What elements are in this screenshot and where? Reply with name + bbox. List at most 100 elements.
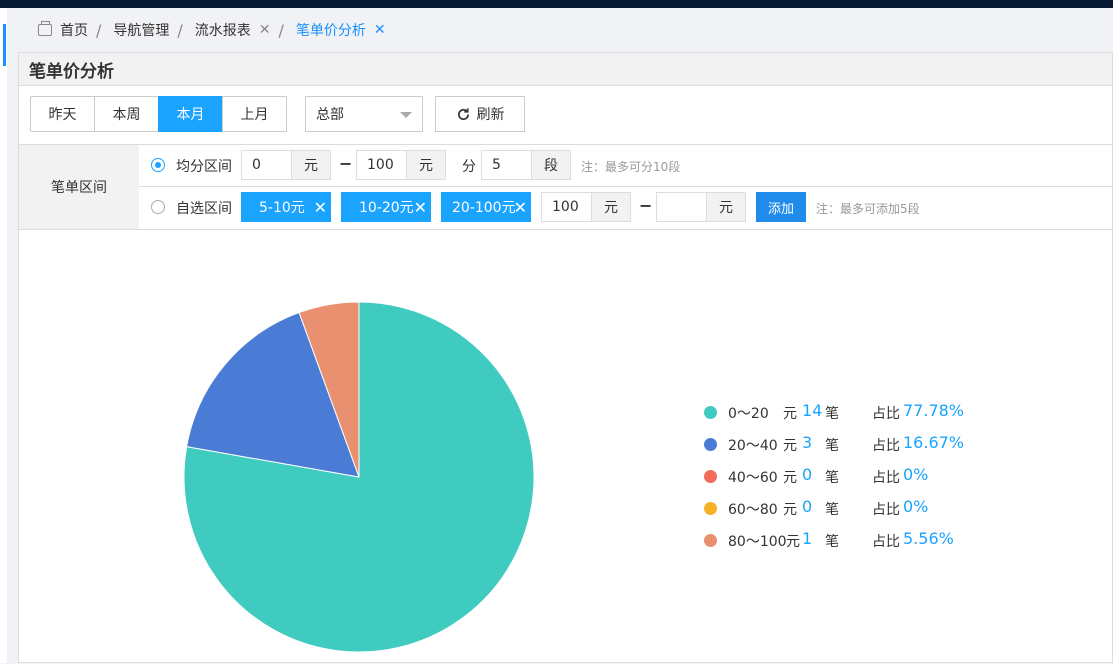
legend-bi: 笔 (825, 470, 839, 486)
range-tag-label: 5-10元 (259, 200, 305, 216)
home-icon (38, 21, 52, 36)
legend-item[interactable]: 0～20 元 14 笔 占比 77.78% (704, 401, 1004, 425)
store-select[interactable]: 总部 (305, 96, 423, 132)
even-note: 注：最多可分10段 (581, 160, 681, 174)
range-dash: − (339, 154, 353, 173)
legend-yuan: 元 (783, 406, 797, 422)
refresh-icon (457, 107, 469, 120)
legend-yuan: 元 (783, 438, 797, 454)
even-min-unit: 元 (291, 150, 331, 180)
legend-bi: 笔 (825, 406, 839, 422)
even-min-input[interactable]: 0 (241, 150, 292, 180)
legend-ratio-label: 占比 (872, 534, 900, 550)
close-icon[interactable]: ✕ (374, 22, 386, 38)
range-tag: 5-10元 ✕ (241, 192, 331, 222)
breadcrumb-separator: / (177, 20, 183, 40)
even-range-radio[interactable] (151, 158, 165, 172)
range-tag: 10-20元 ✕ (341, 192, 431, 222)
legend-ratio-label: 占比 (872, 406, 900, 422)
period-yesterday-button[interactable]: 昨天 (30, 96, 95, 132)
legend-bi: 笔 (825, 534, 839, 550)
legend-percent: 0% (903, 465, 929, 484)
range-tag-label: 20-100元 (452, 200, 516, 216)
refresh-label: 刷新 (476, 107, 505, 123)
breadcrumb-flow-report[interactable]: 流水报表 (195, 20, 251, 40)
period-segment: 昨天 本周 本月 上月 (30, 96, 287, 132)
segments-input[interactable]: 5 (481, 150, 532, 180)
custom-max-unit: 元 (706, 192, 746, 222)
store-select-value: 总部 (316, 107, 344, 123)
refresh-button[interactable]: 刷新 (435, 96, 525, 132)
range-filter: 笔单区间 均分区间 0 元 − 100 元 分 5 段 注：最多可分10段 自选… (19, 145, 1113, 230)
breadcrumb-current[interactable]: 笔单价分析 (296, 20, 366, 40)
legend-range: 20～40 (728, 438, 778, 454)
legend-color-dot (704, 470, 717, 483)
legend-color-dot (704, 534, 717, 547)
range-tag: 20-100元 ✕ (441, 192, 531, 222)
legend-range: 80～100 (728, 534, 787, 550)
legend-percent: 5.56% (903, 529, 954, 548)
split-label: 分 (462, 159, 476, 175)
custom-min-unit: 元 (591, 192, 631, 222)
toolbar: 昨天 本周 本月 上月 总部 刷新 (19, 86, 1112, 145)
custom-range-radio[interactable] (151, 200, 165, 214)
legend-bi: 笔 (825, 438, 839, 454)
breadcrumb-separator: / (96, 20, 102, 40)
legend-color-dot (704, 502, 717, 515)
legend-yuan: 元 (783, 470, 797, 486)
legend-ratio-label: 占比 (872, 502, 900, 518)
add-range-button[interactable]: 添加 (756, 192, 806, 222)
legend-ratio-label: 占比 (872, 470, 900, 486)
close-icon[interactable]: ✕ (259, 22, 271, 38)
filter-label: 笔单区间 (19, 145, 139, 229)
active-indicator (3, 24, 6, 66)
legend-count: 14 (802, 401, 823, 420)
even-range-label: 均分区间 (176, 159, 232, 175)
legend-yuan: 元 (783, 502, 797, 518)
legend-count: 0 (802, 465, 813, 484)
legend-item[interactable]: 40～60 元 0 笔 占比 0% (704, 465, 1004, 489)
custom-max-input[interactable] (656, 192, 707, 222)
legend-ratio-label: 占比 (872, 438, 900, 454)
custom-range-label: 自选区间 (176, 201, 232, 217)
breadcrumb-separator: / (278, 20, 284, 40)
legend-range: 0～20 (728, 406, 769, 422)
legend-item[interactable]: 60～80 元 0 笔 占比 0% (704, 497, 1004, 521)
close-icon[interactable]: ✕ (314, 198, 327, 217)
legend-percent: 16.67% (903, 433, 965, 452)
pie-chart (183, 301, 535, 653)
even-max-unit: 元 (406, 150, 446, 180)
custom-note: 注：最多可添加5段 (816, 202, 920, 216)
chevron-down-icon (400, 112, 412, 118)
period-week-button[interactable]: 本周 (94, 96, 159, 132)
legend-color-dot (704, 438, 717, 451)
segment-unit: 段 (531, 150, 571, 180)
period-last-month-button[interactable]: 上月 (222, 96, 287, 132)
left-sidebar-strip (0, 8, 7, 663)
close-icon[interactable]: ✕ (414, 198, 427, 217)
legend-item[interactable]: 20～40 元 3 笔 占比 16.67% (704, 433, 1004, 457)
legend-range: 40～60 (728, 470, 778, 486)
close-icon[interactable]: ✕ (514, 198, 527, 217)
legend-percent: 77.78% (903, 401, 965, 420)
even-max-input[interactable]: 100 (356, 150, 407, 180)
legend-count: 3 (802, 433, 813, 452)
breadcrumb-home[interactable]: 首页 (60, 20, 88, 40)
panel-title: 笔单价分析 (19, 53, 1112, 86)
custom-range-row: 自选区间 5-10元 ✕ 10-20元 ✕ 20-100元 ✕ 100 元 − … (139, 187, 1113, 228)
legend-range: 60～80 (728, 502, 778, 518)
breadcrumb: 首页 / 导航管理 / 流水报表 ✕ / 笔单价分析 ✕ (18, 8, 1113, 52)
even-range-row: 均分区间 0 元 − 100 元 分 5 段 注：最多可分10段 (139, 145, 1113, 187)
main-panel: 笔单价分析 昨天 本周 本月 上月 总部 刷新 笔单区间 均分区间 0 元 − (18, 52, 1113, 663)
period-month-button[interactable]: 本月 (158, 96, 223, 132)
custom-min-input[interactable]: 100 (541, 192, 592, 222)
legend-count: 1 (802, 529, 813, 548)
breadcrumb-nav-manage[interactable]: 导航管理 (113, 20, 169, 40)
legend-yuan: 元 (786, 534, 800, 550)
legend-color-dot (704, 406, 717, 419)
legend-item[interactable]: 80～100 元 1 笔 占比 5.56% (704, 529, 1004, 553)
range-tag-label: 10-20元 (359, 200, 414, 216)
range-dash: − (639, 196, 653, 215)
legend-bi: 笔 (825, 502, 839, 518)
legend-percent: 0% (903, 497, 929, 516)
